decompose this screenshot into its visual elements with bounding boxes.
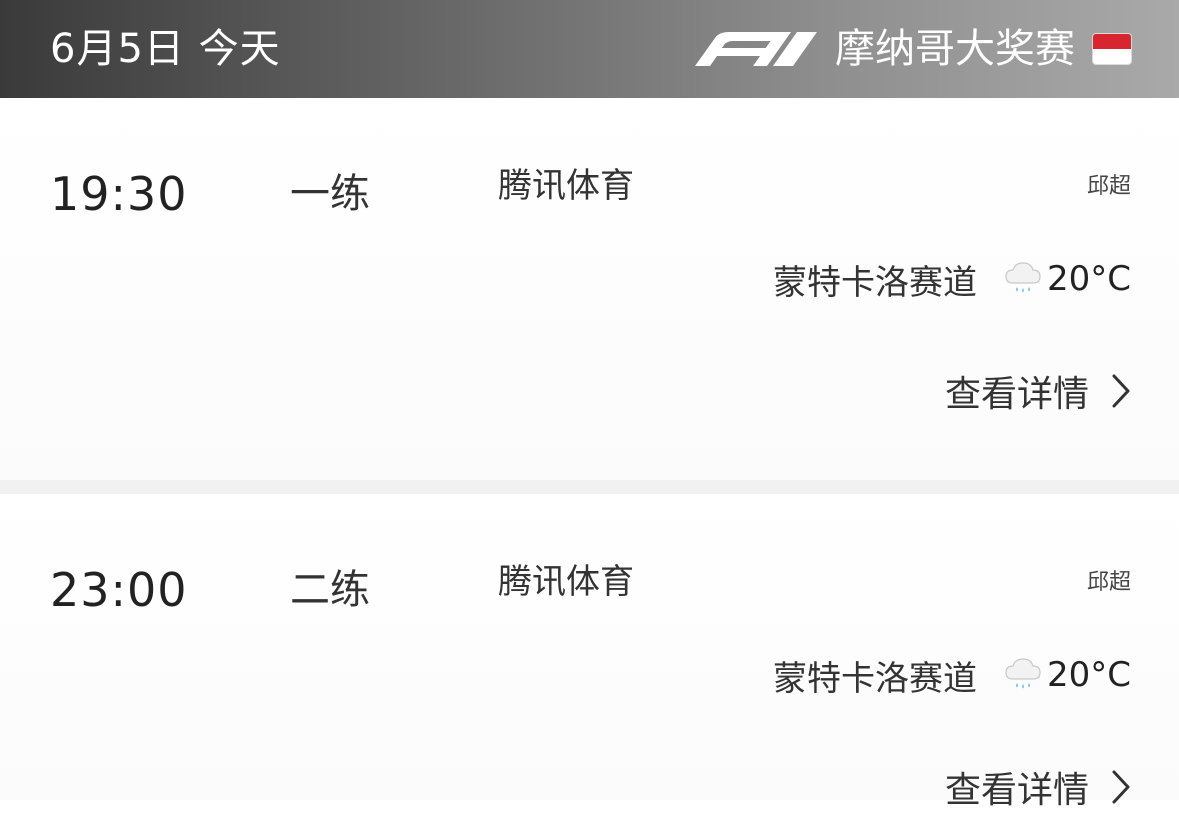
session-type: 一练 (290, 171, 370, 217)
session-type: 二练 (290, 567, 370, 613)
venue-name: 蒙特卡洛赛道 (772, 658, 977, 699)
commentator-name: 邱超 (1086, 174, 1131, 199)
rain-cloud-icon (1005, 262, 1041, 293)
rain-cloud-icon (1005, 658, 1041, 689)
session-time: 23:00 (50, 563, 188, 617)
venue-name: 蒙特卡洛赛道 (772, 262, 977, 303)
f1-logo-icon (695, 32, 817, 66)
session-card: 19:30 一练 腾讯体育 邱超 蒙特卡洛赛道 20°C 查看详情 (0, 98, 1179, 480)
section-divider (0, 480, 1179, 494)
monaco-flag-icon (1093, 34, 1131, 64)
grand-prix-info: 摩纳哥大奖赛 (691, 22, 1131, 76)
grand-prix-title: 摩纳哥大奖赛 (835, 26, 1075, 72)
view-details-button[interactable]: 查看详情 (945, 366, 1131, 416)
broadcaster-name: 腾讯体育 (498, 166, 634, 206)
date-label: 6月5日 今天 (50, 26, 281, 72)
commentator-name: 邱超 (1086, 570, 1131, 595)
broadcaster-name: 腾讯体育 (498, 562, 634, 602)
temperature: 20°C (1046, 655, 1131, 695)
venue-weather-row: 蒙特卡洛赛道 20°C (772, 652, 1131, 699)
session-card: 23:00 二练 腾讯体育 邱超 蒙特卡洛赛道 20°C 查看详情 (0, 494, 1179, 811)
temperature: 20°C (1046, 259, 1131, 299)
view-details-label: 查看详情 (944, 374, 1089, 415)
view-details-button[interactable]: 查看详情 (945, 762, 1131, 812)
session-time: 19:30 (50, 167, 188, 221)
venue-weather-row: 蒙特卡洛赛道 20°C (772, 256, 1131, 303)
view-details-label: 查看详情 (944, 770, 1089, 811)
schedule-header: 6月5日 今天 摩纳哥大奖赛 (0, 0, 1179, 98)
chevron-right-icon (1112, 374, 1130, 408)
